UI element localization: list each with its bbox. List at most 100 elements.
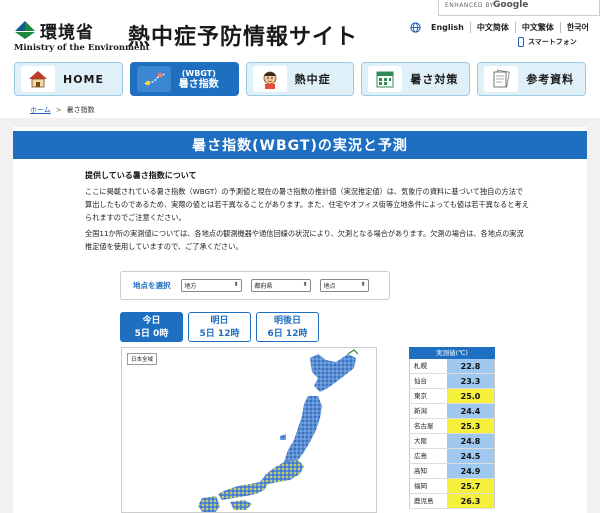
smartphone-icon — [518, 37, 524, 47]
observed-value: 24.5 — [447, 449, 495, 463]
region-select[interactable]: 地方 ⬍ — [180, 279, 242, 292]
ministry-logo[interactable]: 環境省 Ministry of the Environment — [14, 20, 150, 54]
search-enhanced-label: ENHANCED BY — [445, 2, 494, 9]
point-select-arrows-icon: ⬍ — [360, 281, 366, 288]
tab-tomorrow[interactable]: 明日 5日 12時 — [188, 312, 251, 342]
prefecture-select-arrows-icon: ⬍ — [302, 281, 308, 288]
observed-value: 23.3 — [447, 374, 495, 388]
nav-heatstroke[interactable]: 熱中症 — [245, 62, 355, 96]
region-select-value: 地方 — [184, 283, 197, 290]
lang-english[interactable]: English — [429, 22, 470, 33]
site-title[interactable]: 熱中症予防情報サイト — [128, 19, 358, 51]
location-selector: 地点を選択 地方 ⬍ 都府県 ⬍ 地点 ⬍ — [120, 271, 390, 300]
table-row[interactable]: 大阪 24.8 — [409, 434, 495, 449]
table-row[interactable]: 福岡 25.7 — [409, 479, 495, 494]
intro-paragraph-2: 全国11か所の実測値については、各地点の観測機器や通信回線の状況により、欠測とな… — [85, 229, 524, 251]
location-selector-label: 地点を選択 — [133, 281, 171, 290]
map-area-label: 日本全域 — [127, 353, 158, 365]
observed-city: 高知 — [409, 464, 447, 478]
table-row[interactable]: 高知 24.9 — [409, 464, 495, 479]
intro-paragraph-1: ここに掲載されている暑さ指数（WBGT）の予測値と現在の暑さ指数の推計値（実況推… — [85, 187, 529, 222]
observed-value: 24.8 — [447, 434, 495, 448]
table-row[interactable]: 東京 25.0 — [409, 389, 495, 404]
prefecture-select-value: 都府県 — [254, 283, 273, 290]
table-row[interactable]: 仙台 23.3 — [409, 374, 495, 389]
breadcrumb-home-link[interactable]: ホーム — [30, 106, 51, 114]
observed-city: 広島 — [409, 449, 447, 463]
nav-wbgt-small-label: (WBGT) — [181, 69, 216, 78]
observed-city: 福岡 — [409, 479, 447, 493]
point-select[interactable]: 地点 ⬍ — [319, 279, 369, 292]
tab-tomorrow-time: 5日 12時 — [199, 329, 240, 339]
lang-chinese-traditional[interactable]: 中文繁体 — [514, 21, 560, 33]
table-row[interactable]: 名古屋 25.3 — [409, 419, 495, 434]
observed-value: 25.7 — [447, 479, 495, 493]
tab-day-after-tomorrow[interactable]: 明後日 6日 12時 — [256, 312, 319, 342]
observed-value: 22.8 — [447, 359, 495, 373]
nav-references-label: 参考資料 — [526, 73, 575, 86]
table-row[interactable]: 鹿児島 26.3 — [409, 494, 495, 509]
language-bar: English 中文简体 中文繁体 한국어 — [410, 20, 595, 34]
observed-city: 東京 — [409, 389, 447, 403]
ministry-emblem-icon — [15, 21, 35, 39]
document-icon — [484, 66, 519, 92]
main-nav: HOME (WBGT) 暑さ指数 熱中症 暑さ対策 参考資料 — [14, 62, 586, 96]
observed-value: 24.9 — [447, 464, 495, 478]
japan-wbgt-map[interactable]: 日本全域 — [121, 347, 377, 513]
observed-values-header: 実測値(℃) — [409, 347, 495, 359]
table-row[interactable]: 新潟 24.4 — [409, 404, 495, 419]
nav-countermeasures-label: 暑さ対策 — [410, 73, 459, 86]
lang-chinese-simplified[interactable]: 中文简体 — [469, 21, 515, 33]
observed-value: 26.3 — [447, 494, 495, 508]
nav-references[interactable]: 参考資料 — [477, 62, 586, 96]
point-select-value: 地点 — [323, 283, 336, 290]
tab-tomorrow-day: 明日 — [210, 316, 229, 326]
observed-value: 24.4 — [447, 404, 495, 418]
region-select-arrows-icon: ⬍ — [233, 281, 239, 288]
ministry-name-ja: 環境省 — [40, 23, 94, 43]
tab-day-after-day: 明後日 — [273, 316, 301, 326]
observed-city: 鹿児島 — [409, 494, 447, 508]
observed-city: 大阪 — [409, 434, 447, 448]
person-icon — [252, 66, 287, 92]
google-label: Google — [493, 0, 529, 10]
observed-city: 札幌 — [409, 359, 447, 373]
observed-city: 新潟 — [409, 404, 447, 418]
nav-wbgt-label: (WBGT) 暑さ指数 — [179, 68, 219, 90]
observed-city: 名古屋 — [409, 419, 447, 433]
nav-wbgt[interactable]: (WBGT) 暑さ指数 — [129, 62, 239, 96]
lang-korean[interactable]: 한국어 — [559, 21, 595, 33]
breadcrumb-current: 暑さ指数 — [66, 106, 95, 114]
breadcrumb: ホーム > 暑さ指数 — [30, 105, 95, 115]
map-pin-icon — [136, 66, 171, 92]
nav-countermeasures[interactable]: 暑さ対策 — [361, 62, 471, 96]
tab-today-time: 5日 0時 — [134, 329, 169, 339]
breadcrumb-separator: > — [55, 106, 62, 114]
search-input[interactable]: ENHANCED BY Google — [438, 0, 600, 16]
observed-city: 仙台 — [409, 374, 447, 388]
nav-heatstroke-label: 熱中症 — [294, 73, 331, 86]
smartphone-link[interactable]: スマートフォン — [518, 37, 577, 47]
table-row[interactable]: 札幌 22.8 — [409, 359, 495, 374]
day-tabs: 今日 5日 0時 明日 5日 12時 明後日 6日 12時 — [120, 312, 319, 342]
nav-home-label: HOME — [63, 72, 105, 86]
prefecture-select[interactable]: 都府県 ⬍ — [250, 279, 311, 292]
tab-today-day: 今日 — [142, 316, 161, 326]
nav-home[interactable]: HOME — [14, 62, 123, 96]
observed-value: 25.0 — [447, 389, 495, 403]
nav-wbgt-main-label: 暑さ指数 — [178, 79, 219, 90]
calendar-icon — [368, 66, 403, 92]
tab-day-after-time: 6日 12時 — [267, 329, 308, 339]
main-content: 暑さ指数(WBGT)の実況と予測 提供している暑さ指数について ここに掲載されて… — [13, 127, 587, 513]
page-title: 暑さ指数(WBGT)の実況と予測 — [13, 131, 587, 159]
tab-today[interactable]: 今日 5日 0時 — [120, 312, 183, 342]
intro-heading: 提供している暑さ指数について — [85, 171, 197, 180]
site-header: 環境省 Ministry of the Environment 熱中症予防情報サ… — [0, 0, 600, 58]
observed-value: 25.3 — [447, 419, 495, 433]
globe-icon — [410, 21, 421, 33]
table-row[interactable]: 広島 24.5 — [409, 449, 495, 464]
smartphone-label: スマートフォン — [528, 38, 577, 46]
japan-map-graphic — [198, 349, 359, 512]
house-icon — [21, 66, 55, 92]
observed-values-table: 実測値(℃) 札幌 22.8 仙台 23.3 東京 25.0 新潟 24.4 名古屋 25.3 大阪… — [409, 347, 495, 509]
